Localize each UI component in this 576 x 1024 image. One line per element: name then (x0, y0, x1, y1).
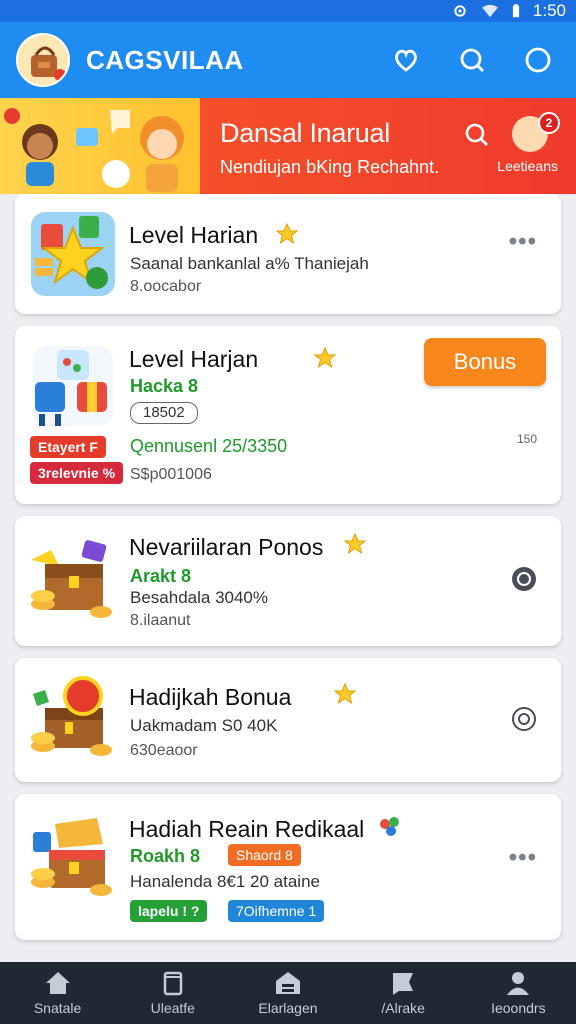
profile-button[interactable] (516, 38, 560, 82)
nav-item-wallet[interactable]: Uleatfe (118, 970, 228, 1016)
card-title: Nevariilaran Ponos (129, 534, 324, 560)
bottom-navigation: Snatale Uleatfe Elarlagen /Alrake Ieoond… (0, 962, 576, 1024)
bonus-chest-icon (31, 676, 112, 756)
card-title: Level Harian (129, 222, 259, 248)
star-icon (333, 682, 357, 705)
card-subdetail: 8.oocabor (130, 278, 202, 295)
nav-label: Snatale (33, 1000, 82, 1016)
nav-item-shop[interactable]: Elarlagen (233, 970, 343, 1016)
reward-card[interactable]: Nevariilaran Ponos Arakt 8 Besahdala 304… (15, 516, 561, 646)
status-badge: lapelu ! ? (130, 900, 208, 922)
flag-icon (393, 973, 414, 995)
card-progress: Qennusenl 25/3350 (130, 436, 288, 456)
star-icon (313, 346, 337, 369)
reward-card[interactable]: Level Harian Saanal bankanlal a% Thaniej… (15, 194, 561, 314)
more-options-button[interactable]: ••• (509, 844, 537, 872)
card-detail: Besahdala 3040% (130, 588, 269, 607)
card-subdetail: S$p001006 (130, 466, 212, 483)
reward-card[interactable]: Level Harjan Bonus Hacka 8 18502 Etayert… (15, 326, 561, 504)
star-reward-icon (31, 212, 115, 296)
card-highlight: Roakh 8 (130, 846, 201, 866)
info-circle-icon[interactable] (511, 566, 537, 592)
nav-item-rewards[interactable]: /Alrake (348, 970, 458, 1016)
star-icon (275, 222, 299, 245)
card-highlight: Arakt 8 (130, 566, 192, 586)
status-badge: 3relevnie % (30, 462, 124, 484)
card-title: Hadiah Reain Redikaal (129, 816, 365, 842)
app-bar: CAGSVILAA (0, 22, 576, 98)
info-circle-icon[interactable] (511, 706, 537, 732)
sync-icon (454, 5, 466, 17)
treasure-chest-icon (31, 540, 112, 618)
nav-item-profile[interactable]: Ieoondrs (463, 970, 573, 1016)
card-detail: Hanalenda 8€1 20 ataine (130, 872, 320, 891)
flower-icon (380, 817, 399, 836)
battery-icon (512, 4, 520, 18)
card-detail: Saanal bankanlal a% Thaniejah (130, 254, 369, 273)
card-subdetail: 8.ilaanut (130, 612, 191, 629)
bonus-button[interactable]: Bonus (424, 338, 546, 386)
gift-characters-icon (33, 346, 113, 426)
search-icon[interactable] (464, 122, 490, 148)
promo-banner[interactable]: Dansal Inarual Nendiujan bKing Rechahnt.… (0, 98, 576, 194)
reward-card[interactable]: Hadiah Reain Redikaal Roakh 8 Shaord 8 H… (15, 794, 561, 940)
search-button[interactable] (450, 38, 494, 82)
reward-card[interactable]: Hadijkah Bonua Uakmadam S0 40K 630eaoor (15, 658, 561, 782)
banner-content: Dansal Inarual Nendiujan bKing Rechahnt.… (200, 98, 576, 194)
open-chest-icon (31, 818, 112, 896)
favorite-button[interactable] (384, 38, 428, 82)
more-options-button[interactable]: ••• (509, 228, 537, 256)
status-badge: Etayert F (30, 436, 106, 458)
card-subdetail: 630eaoor (130, 742, 198, 759)
status-badge: 7Oifhemne 1 (228, 900, 325, 922)
status-bar: 1:50 (0, 0, 576, 22)
nav-item-home[interactable]: Snatale (3, 970, 113, 1016)
status-badge: Shaord 8 (228, 844, 301, 866)
nav-label: /Alrake (381, 1000, 425, 1016)
card-count: 150 (516, 432, 537, 446)
card-title: Hadijkah Bonua (129, 684, 292, 710)
nav-label: Uleatfe (150, 1000, 195, 1016)
book-icon (163, 971, 183, 996)
characters-illustration-icon (4, 108, 184, 192)
card-title: Level Harjan (129, 346, 259, 372)
wifi-icon (482, 4, 498, 18)
card-highlight: Hacka 8 (130, 376, 199, 396)
search-icon (460, 48, 485, 73)
store-icon (275, 972, 300, 994)
home-icon (45, 972, 70, 994)
bag-icon (18, 35, 68, 85)
card-detail: Uakmadam S0 40K (130, 716, 278, 735)
star-icon (343, 532, 367, 555)
nav-label: Elarlagen (258, 1000, 318, 1016)
user-icon (507, 972, 530, 995)
status-time: 1:50 (532, 1, 566, 20)
nav-label: Ieoondrs (491, 1000, 546, 1016)
app-title: CAGSVILAA (86, 44, 244, 75)
heart-chat-icon (395, 49, 417, 72)
banner-illustration (0, 98, 200, 194)
circle-icon (525, 47, 551, 73)
notification-badge: 2 (538, 112, 560, 134)
app-logo[interactable] (16, 33, 70, 87)
code-chip[interactable]: 18502 (130, 402, 198, 424)
avatar-label: Leetieans (497, 158, 558, 174)
